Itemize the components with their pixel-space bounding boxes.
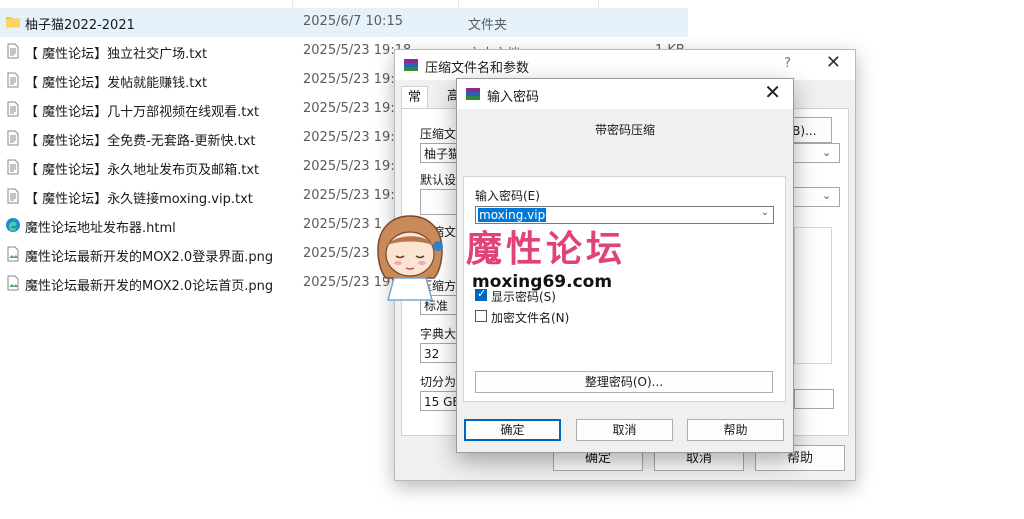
- mascot-girl-icon: [377, 215, 443, 301]
- column-separator: [292, 0, 293, 8]
- text-file-icon: [7, 43, 19, 59]
- help-icon[interactable]: ?: [784, 56, 791, 71]
- column-separator: [458, 0, 459, 8]
- folder-icon: [6, 17, 20, 28]
- file-date: 2025/5/23 19:1: [303, 130, 403, 145]
- file-name: 魔性论坛最新开发的MOX2.0登录界面.png: [25, 250, 274, 265]
- file-date: 2025/5/23 19:1: [303, 101, 403, 116]
- image-file-icon: [7, 246, 19, 262]
- file-name: 【 魔性论坛】全免费-无套路-更新快.txt: [25, 134, 256, 149]
- file-name: 【 魔性论坛】几十万部视频在线观看.txt: [25, 105, 260, 120]
- title-bar[interactable]: 输入密码 ✕: [457, 79, 793, 109]
- file-name: 【 魔性论坛】永久链接moxing.vip.txt: [25, 192, 253, 207]
- file-date: 2025/5/23: [303, 246, 370, 261]
- edge-browser-icon: [6, 218, 20, 232]
- watermark-url: moxing69.com: [472, 272, 613, 292]
- checkbox-unchecked[interactable]: [475, 310, 487, 322]
- tab-general[interactable]: 常规: [401, 86, 429, 127]
- text-file-icon: [7, 188, 19, 204]
- folder-row[interactable]: 柚子猫2022-2021 2025/6/7 10:15 文件夹: [0, 8, 688, 37]
- param-field[interactable]: [794, 389, 834, 409]
- file-name: 【 魔性论坛】独立社交广场.txt: [25, 47, 208, 62]
- file-date: 2025/5/23 19:1: [303, 188, 403, 203]
- cancel-button[interactable]: 取消: [576, 419, 673, 441]
- text-file-icon: [7, 72, 19, 88]
- options-group: [794, 227, 832, 364]
- file-name: 魔性论坛最新开发的MOX2.0论坛首页.png: [25, 279, 274, 294]
- close-icon[interactable]: ✕: [764, 82, 781, 102]
- file-name: 柚子猫2022-2021: [25, 18, 135, 33]
- image-file-icon: [7, 275, 19, 291]
- dialog-heading: 带密码压缩: [594, 123, 655, 137]
- manage-passwords-button[interactable]: 整理密码(O)...: [475, 371, 773, 393]
- file-name: 【 魔性论坛】发帖就能赚钱.txt: [25, 76, 208, 91]
- chevron-down-icon[interactable]: ⌄: [822, 146, 831, 159]
- chevron-down-icon[interactable]: ⌄: [822, 189, 831, 202]
- text-file-icon: [7, 159, 19, 175]
- title-bar[interactable]: 压缩文件名和参数 ? ✕: [395, 50, 855, 80]
- help-button[interactable]: 帮助: [687, 419, 784, 441]
- watermark-title: 魔性论坛: [466, 228, 627, 270]
- winrar-icon: [404, 59, 418, 71]
- dialog-title: 输入密码: [487, 90, 540, 105]
- ok-button[interactable]: 确定: [464, 419, 561, 441]
- text-file-icon: [7, 101, 19, 117]
- file-name: 【 魔性论坛】永久地址发布页及邮箱.txt: [25, 163, 260, 178]
- encrypt-names-label: 加密文件名(N): [491, 311, 570, 325]
- file-date: 2025/5/23 19:1: [303, 72, 403, 87]
- text-file-icon: [7, 130, 19, 146]
- winrar-icon: [466, 88, 480, 100]
- close-icon[interactable]: ✕: [826, 54, 841, 72]
- file-type: 文件夹: [468, 18, 508, 33]
- chevron-down-icon[interactable]: ⌄: [761, 207, 769, 218]
- file-date: 2025/5/23 19:1: [303, 159, 403, 174]
- file-date: 2025/6/7 10:15: [303, 14, 403, 29]
- dialog-title: 压缩文件名和参数: [425, 61, 530, 76]
- column-separator: [598, 0, 599, 8]
- archive-name-value: 柚子猫: [424, 147, 461, 161]
- password-label: 输入密码(E): [475, 189, 540, 203]
- file-name: 魔性论坛地址发布器.html: [25, 221, 176, 236]
- dict-size-value: 32: [424, 347, 440, 361]
